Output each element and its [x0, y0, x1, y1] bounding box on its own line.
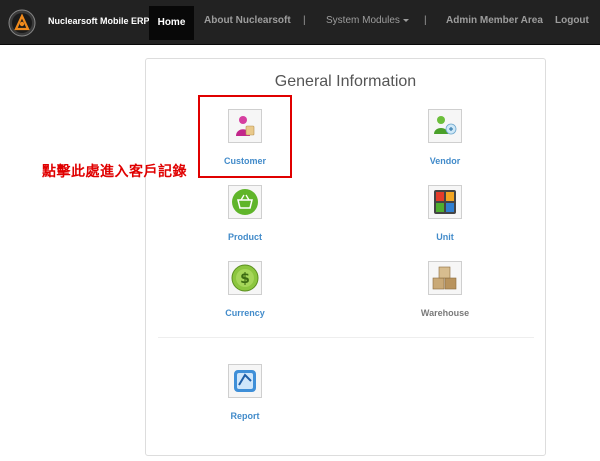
nav-system-modules-dropdown[interactable]: System Modules — [326, 0, 409, 40]
caret-down-icon — [402, 18, 409, 22]
module-unit[interactable]: Unit — [400, 185, 490, 242]
panel-title: General Information — [274, 73, 417, 90]
nav-system-modules-label: System Modules — [326, 15, 400, 26]
top-navbar: Nuclearsoft Mobile ERP Home About Nuclea… — [0, 0, 600, 45]
warehouse-boxes-icon[interactable] — [428, 261, 462, 295]
nuclearsoft-logo-icon[interactable] — [8, 9, 36, 37]
svg-text:$: $ — [240, 271, 250, 287]
module-label[interactable]: Report — [200, 411, 290, 421]
nav-logout[interactable]: Logout — [555, 0, 589, 40]
vendor-icon[interactable] — [428, 109, 462, 143]
nav-admin-member-area[interactable]: Admin Member Area — [446, 0, 543, 40]
module-report[interactable]: Report — [200, 364, 290, 421]
module-product[interactable]: Product — [200, 185, 290, 242]
module-vendor[interactable]: Vendor — [400, 109, 490, 166]
nav-separator: | — [303, 15, 306, 26]
module-label[interactable]: Vendor — [400, 156, 490, 166]
nav-home[interactable]: Home — [149, 6, 194, 40]
brand-name[interactable]: Nuclearsoft Mobile ERP — [48, 16, 150, 26]
section-divider — [158, 337, 534, 338]
report-icon[interactable] — [228, 364, 262, 398]
module-label[interactable]: Currency — [200, 308, 290, 318]
product-basket-icon[interactable] — [228, 185, 262, 219]
module-currency[interactable]: $ Currency — [200, 261, 290, 318]
annotation-text: 點擊此處進入客戶記錄 — [42, 163, 187, 179]
module-label[interactable]: Warehouse — [400, 308, 490, 318]
customer-highlight-box — [198, 95, 292, 178]
currency-dollar-icon[interactable]: $ — [228, 261, 262, 295]
unit-calculator-icon[interactable] — [428, 185, 462, 219]
module-label[interactable]: Product — [200, 232, 290, 242]
module-label[interactable]: Unit — [400, 232, 490, 242]
module-warehouse[interactable]: Warehouse — [400, 261, 490, 318]
nav-separator: | — [424, 15, 427, 26]
nav-about[interactable]: About Nuclearsoft — [204, 0, 291, 40]
